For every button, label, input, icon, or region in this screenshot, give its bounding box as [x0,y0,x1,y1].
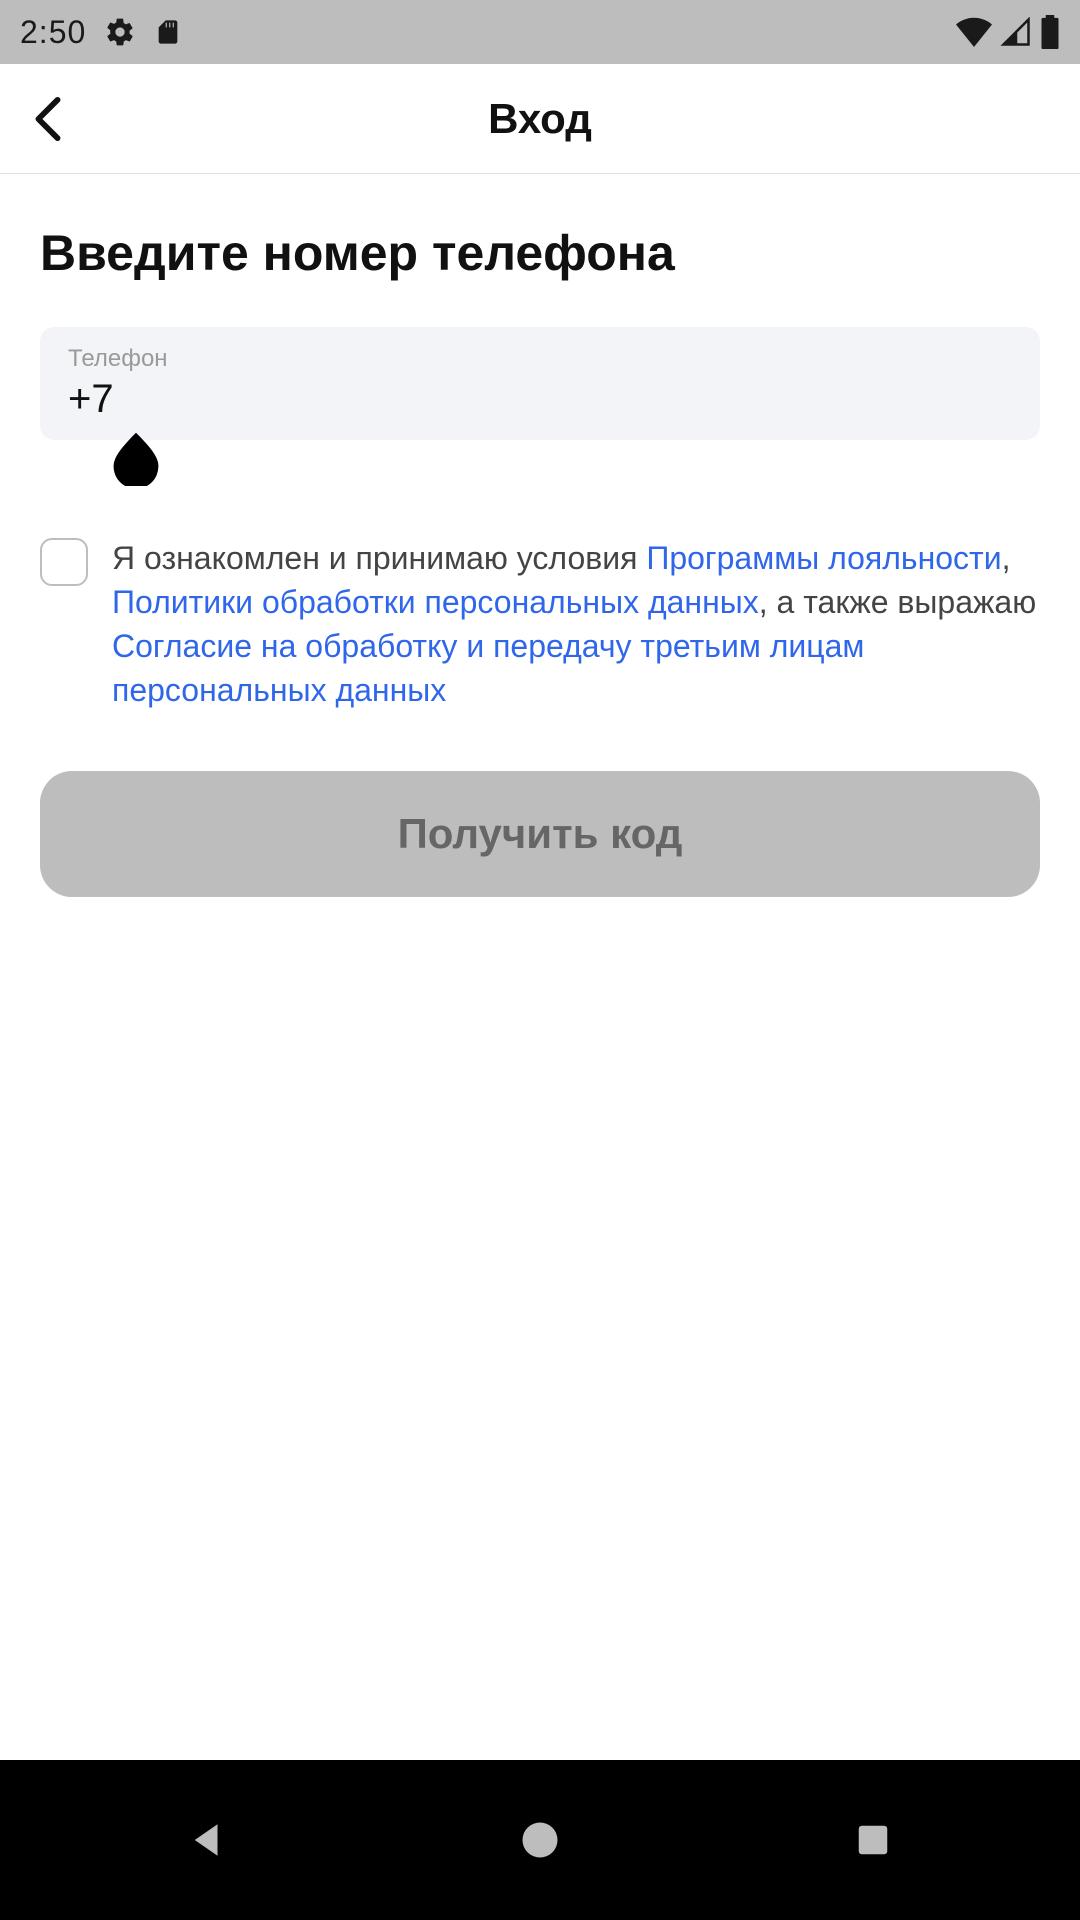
circle-home-icon [519,1819,561,1861]
nav-recent-button[interactable] [773,1790,973,1890]
page-title: Вход [28,95,1052,143]
loyalty-program-link[interactable]: Программы лояльности [646,540,1001,576]
status-time: 2:50 [20,14,86,51]
consent-sep: , [1002,540,1011,576]
main-content: Введите номер телефона Телефон +7 Я озна… [0,174,1080,897]
consent-checkbox[interactable] [40,538,88,586]
privacy-policy-link[interactable]: Политики обработки персональных данных [112,584,759,620]
system-nav-bar [0,1760,1080,1920]
sd-card-icon [154,16,182,48]
back-button[interactable] [28,94,68,144]
phone-label: Телефон [68,345,1012,373]
cell-signal-icon [1000,17,1032,47]
status-left: 2:50 [20,14,182,51]
chevron-left-icon [34,96,62,142]
wifi-icon [956,17,992,47]
consent-text-part: Я ознакомлен и принимаю условия [112,540,646,576]
phone-input[interactable]: Телефон +7 [40,327,1040,440]
app-header: Вход [0,64,1080,174]
consent-text: Я ознакомлен и принимаю условия Программ… [112,536,1040,713]
status-right [956,15,1060,49]
data-consent-link[interactable]: Согласие на обработку и передачу третьим… [112,628,864,708]
prompt-text: Введите номер телефона [40,226,1040,281]
get-code-button[interactable]: Получить код [40,771,1040,897]
status-bar: 2:50 [0,0,1080,64]
triangle-back-icon [186,1819,228,1861]
consent-sep: , а также выражаю [759,584,1036,620]
nav-home-button[interactable] [440,1790,640,1890]
text-cursor-handle-icon[interactable] [108,430,164,486]
phone-value: +7 [68,377,1012,422]
square-recent-icon [854,1821,892,1859]
battery-icon [1040,15,1060,49]
gear-icon [104,16,136,48]
nav-back-button[interactable] [107,1790,307,1890]
consent-row: Я ознакомлен и принимаю условия Программ… [40,536,1040,713]
